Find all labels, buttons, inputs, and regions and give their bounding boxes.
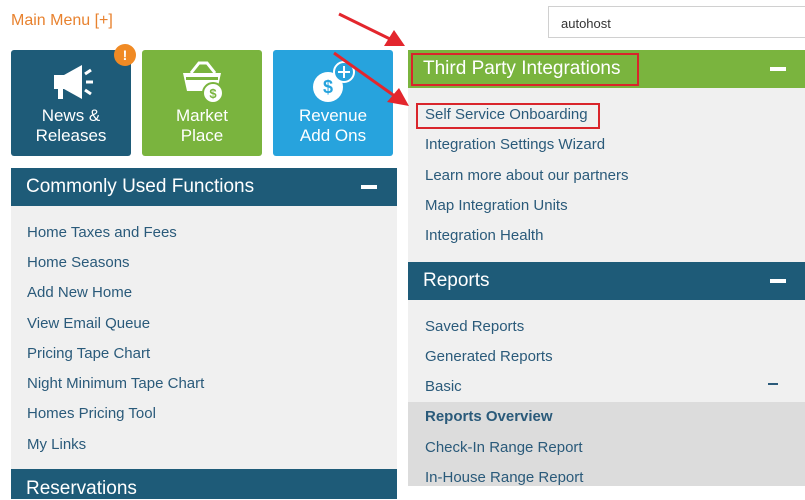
- annotation-arrows: [333, 12, 409, 106]
